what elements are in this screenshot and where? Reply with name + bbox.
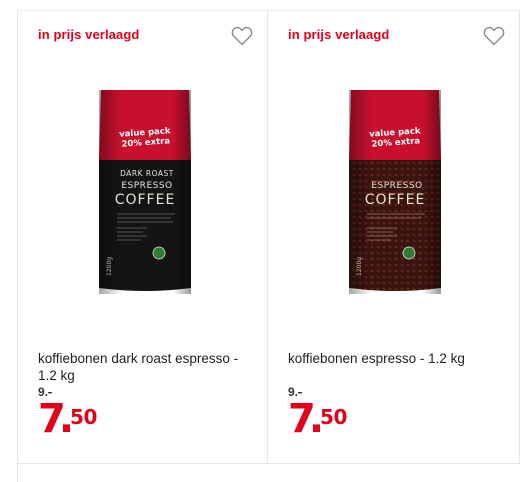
current-price: 7.50 xyxy=(288,394,347,444)
rainforest-frog-icon xyxy=(152,246,166,260)
pack-title1: ESPRESSO xyxy=(371,181,422,191)
pack-sub: DARK ROAST xyxy=(120,169,174,178)
pack-title2: COFFEE xyxy=(115,192,176,208)
product-image[interactable]: value pack 20% extra DARK ROAST ESPRESSO… xyxy=(95,88,195,298)
rainforest-frog-icon xyxy=(402,246,416,260)
grid-bottom-border xyxy=(17,463,520,464)
current-price: 7.50 xyxy=(38,394,97,444)
product-card-2[interactable]: in prijs verlaagd value pack 20% extra E… xyxy=(268,10,520,464)
product-name[interactable]: koffiebonen espresso - 1.2 kg xyxy=(288,350,508,367)
favorite-heart-icon[interactable] xyxy=(483,26,505,46)
pack-title2: COFFEE xyxy=(365,192,426,208)
price-reduced-badge: in prijs verlaagd xyxy=(38,27,140,42)
pack-title1: ESPRESSO xyxy=(121,181,172,191)
price-reduced-badge: in prijs verlaagd xyxy=(288,27,390,42)
price-cents: 50 xyxy=(70,405,97,429)
product-grid: in prijs verlaagd value pack 20% extra D… xyxy=(17,10,520,464)
product-card-1[interactable]: in prijs verlaagd value pack 20% extra D… xyxy=(17,10,268,464)
next-row-border xyxy=(17,464,18,482)
product-name[interactable]: koffiebonen dark roast espresso - 1.2 kg xyxy=(38,350,258,384)
pack-weight: 1200g xyxy=(356,257,363,276)
product-image[interactable]: value pack 20% extra ESPRESSO COFFEE 120… xyxy=(345,88,445,298)
price-cents: 50 xyxy=(320,405,347,429)
favorite-heart-icon[interactable] xyxy=(231,26,253,46)
pack-weight: 1200g xyxy=(106,257,113,276)
